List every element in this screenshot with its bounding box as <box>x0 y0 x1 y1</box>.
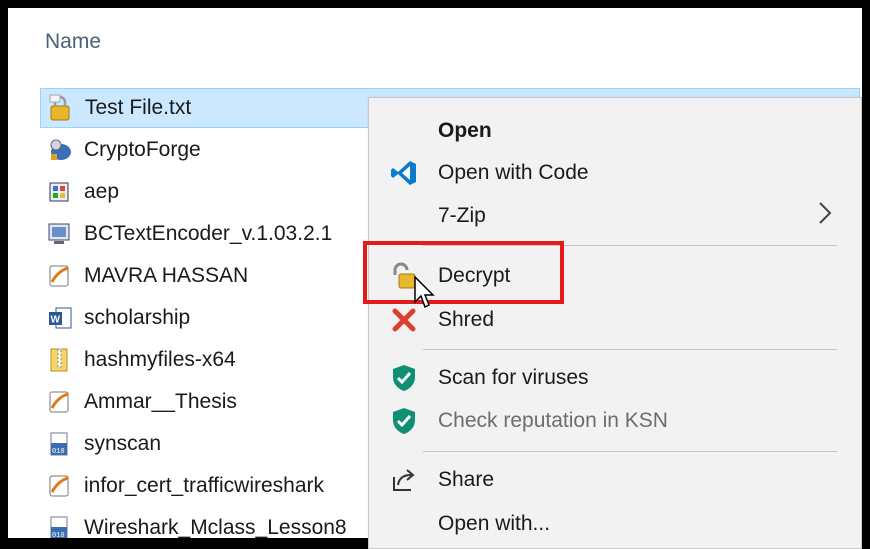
vscode-icon <box>387 156 421 190</box>
menu-item-label: Shred <box>438 308 495 331</box>
svg-text:010: 010 <box>52 532 65 538</box>
file-name: Wireshark_Mclass_Lesson8 <box>84 516 347 538</box>
menu-separator <box>423 451 837 452</box>
kaspersky-shield-icon <box>387 361 421 395</box>
zip-folder-icon <box>46 346 74 374</box>
file-name: Test File.txt <box>85 96 192 119</box>
lock-file-icon <box>47 94 75 122</box>
menu-item-open[interactable]: Open <box>369 110 857 152</box>
context-menu: Open Open with Code 7-Zip Decrypt Shred … <box>368 97 862 549</box>
menu-item-label: 7-Zip <box>438 204 486 227</box>
menu-item-7zip[interactable]: 7-Zip <box>369 195 857 237</box>
file-name: CryptoForge <box>84 138 201 161</box>
file-name: BCTextEncoder_v.1.03.2.1 <box>84 222 333 245</box>
chevron-right-icon <box>817 200 833 233</box>
menu-item-label: Check reputation in KSN <box>438 409 668 432</box>
file-name: scholarship <box>84 306 191 329</box>
menu-item-open-with[interactable]: Open with... <box>369 503 857 545</box>
pdf-document-icon <box>46 262 74 290</box>
file-name: hashmyfiles-x64 <box>84 348 236 371</box>
menu-item-label: Open with... <box>438 512 551 535</box>
file-name: MAVRA HASSAN <box>84 264 249 287</box>
menu-item-check-reputation[interactable]: Check reputation in KSN <box>369 400 857 442</box>
menu-item-label: Scan for viruses <box>438 366 589 389</box>
app-installer-icon <box>46 178 74 206</box>
svg-text:W: W <box>51 315 61 326</box>
share-icon <box>387 463 421 497</box>
file-name: Ammar__Thesis <box>84 390 237 413</box>
pdf-document-icon <box>46 388 74 416</box>
file-name: synscan <box>84 432 162 455</box>
kaspersky-shield-icon <box>387 404 421 438</box>
name-column-header[interactable]: Name <box>45 30 101 54</box>
menu-item-label: Share <box>438 468 495 491</box>
pdf-document-icon <box>46 472 74 500</box>
file-name: infor_cert_trafficwireshark <box>84 474 325 497</box>
menu-item-scan-for-viruses[interactable]: Scan for viruses <box>369 357 857 399</box>
menu-separator <box>423 349 837 350</box>
menu-item-open-with-code[interactable]: Open with Code <box>369 152 857 194</box>
exe-app-icon <box>46 220 74 248</box>
menu-item-label: Open <box>438 119 492 142</box>
decrypt-highlight-box <box>363 241 564 304</box>
binary-file-icon: 010 <box>46 430 74 458</box>
svg-text:010: 010 <box>52 448 65 456</box>
menu-item-share[interactable]: Share <box>369 459 857 501</box>
file-name: aep <box>84 180 120 203</box>
menu-item-shred[interactable]: Shred <box>369 299 857 341</box>
mouse-cursor-icon <box>414 275 436 310</box>
word-document-icon: W <box>46 304 74 332</box>
menu-item-label: Open with Code <box>438 161 589 184</box>
cryptoforge-icon <box>46 136 74 164</box>
binary-file-icon: 010 <box>46 514 74 538</box>
